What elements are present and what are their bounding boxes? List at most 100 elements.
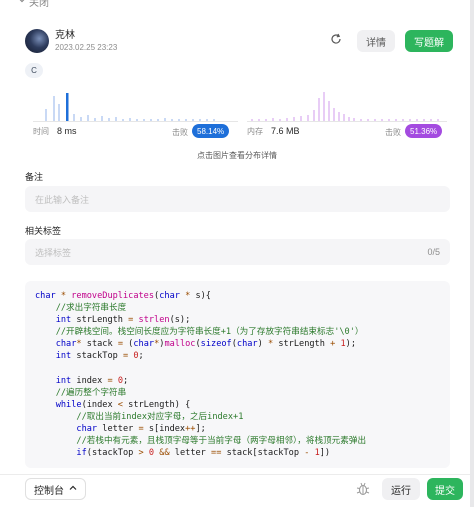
notes-input[interactable]: 在此输入备注 [25,186,450,212]
memory-bar [286,118,288,121]
write-solution-button[interactable]: 写题解 [405,30,453,52]
memory-bar [313,110,315,121]
header-actions: 详情 写题解 [325,30,453,52]
runtime-bar [122,119,124,121]
runtime-bar [178,119,180,121]
code-line: char* stack = (char*)malloc(sizeof(char)… [35,338,440,350]
code-token: strLength) { [122,399,191,410]
code-token: s[index [143,424,186,435]
code-line: //取出当前index对应字母，之后index+1 [35,411,440,423]
code-token: char [236,339,258,350]
runtime-label: 时间 [33,126,49,136]
runtime-bar [171,119,173,121]
code-token: && [159,448,170,459]
runtime-bar [185,119,187,121]
code-line: //若栈中有元素，且栈顶字母等于当前字母（两字母相邻），将栈顶元素弹出 [35,435,440,447]
memory-metric: 内存 7.6 MB [247,124,300,138]
runtime-bar [143,119,145,121]
details-button[interactable]: 详情 [357,30,395,52]
code-token: int [55,315,72,326]
scrollbar[interactable] [470,0,474,507]
memory-bar [333,108,335,121]
tags-select[interactable]: 选择标签 0/5 [25,239,450,265]
memory-beat-label: 击败 [385,128,401,137]
console-button[interactable]: 控制台 [25,478,86,500]
code-viewer[interactable]: char * removeDuplicates(char * s){ //求出字… [25,281,450,468]
debug-icon[interactable] [355,481,371,497]
code-token: char [133,339,155,350]
memory-bar [381,119,383,121]
runtime-bar [53,96,55,121]
memory-bar [279,119,281,121]
run-button[interactable]: 运行 [382,478,420,500]
runtime-bar [213,119,215,121]
runtime-bar [136,119,138,121]
code-token: stackTop [71,351,123,362]
memory-bar [409,119,411,121]
code-token: //遍历整个字符串 [55,387,127,398]
code-line: char letter = s[index++]; [35,423,440,435]
memory-bar [328,101,330,121]
code-token: ]; [195,424,206,435]
submission-time: 2023.02.25 23:23 [55,43,118,52]
memory-bar [300,116,302,121]
close-button[interactable]: 关闭 [18,0,49,9]
code-line: if(stackTop > 0 && letter == stack[stack… [35,447,440,459]
bottom-toolbar: 控制台 运行 提交 [0,474,474,507]
username[interactable]: 克林 [55,29,117,42]
code-token: removeDuplicates [71,291,155,301]
code-line: int strLength = strlen(s); [35,314,440,326]
runtime-distribution-chart[interactable] [33,86,238,122]
memory-bar [423,119,425,121]
runtime-bar [45,109,47,121]
memory-bar [367,119,369,121]
memory-beat-badge: 51.36% [405,124,443,138]
memory-bar [307,115,309,121]
memory-bar [348,117,350,121]
distribution-hint[interactable]: 点击图片查看分布详情 [0,150,474,161]
memory-bar [251,119,253,121]
runtime-bar [206,119,208,121]
code-token: ) [257,339,268,350]
code-token: strLength [71,315,129,326]
memory-bar [293,117,295,121]
tags-label: 相关标签 [25,226,62,236]
submit-button[interactable]: 提交 [427,478,463,500]
memory-distribution-chart[interactable] [247,86,447,122]
code-token: index [71,375,108,386]
memory-bar [395,119,397,121]
memory-bar [272,118,274,121]
user-meta: 克林 2023.02.25 23:23 [55,29,117,53]
memory-bar [265,119,267,121]
code-token: if [76,448,87,459]
code-token: (s); [169,315,191,326]
runtime-bar [108,118,110,121]
code-token: letter [97,424,139,435]
code-token: s){ [195,291,211,301]
code-token: ; [138,351,144,362]
code-token: (stackTop [86,448,139,459]
memory-bar [416,119,418,121]
code-token: ]) [319,448,331,459]
code-line: char * removeDuplicates(char * s){ [35,290,440,302]
top-bar: 关闭 [0,0,474,10]
code-token: strLength [273,339,331,350]
code-token: char [76,424,98,435]
avatar[interactable] [25,29,49,53]
code-token: letter [169,448,212,459]
memory-bar [353,118,355,121]
code-token: int [55,351,72,362]
refresh-button[interactable] [325,30,347,52]
runtime-beat-label: 击败 [172,128,188,137]
memory-value: 7.6 MB [271,126,300,136]
memory-bar [402,119,404,121]
runtime-value: 8 ms [57,126,77,136]
